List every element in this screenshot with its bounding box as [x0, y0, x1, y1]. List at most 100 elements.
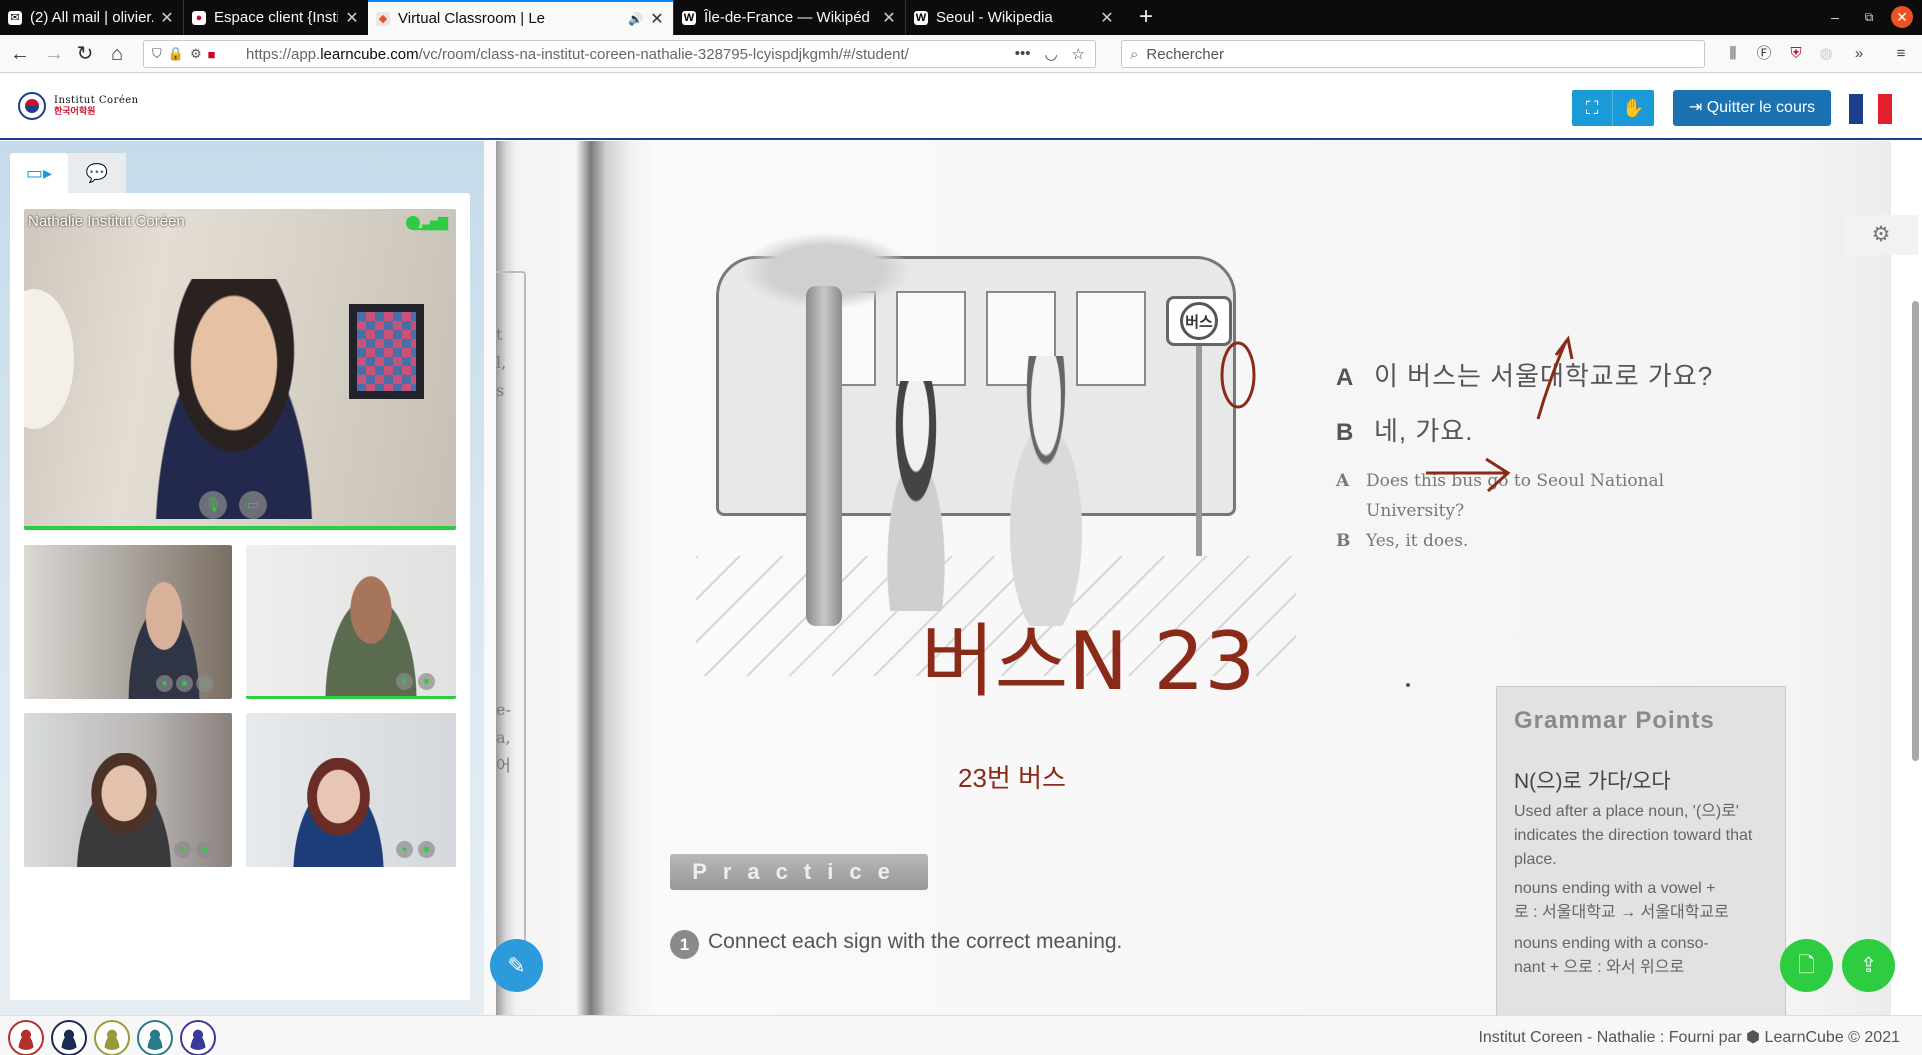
dialog-block: A 이 버스는 서울대학교로 가요? B 네, 가요. A Does this … [1336, 356, 1756, 556]
camera-icon[interactable]: ■ [418, 673, 435, 690]
fragment-line: t [496, 325, 503, 344]
mail-icon: ✉ [8, 10, 22, 25]
page-actions-icon[interactable]: ••• [1015, 45, 1031, 63]
participant-avatar[interactable] [94, 1020, 130, 1055]
exit-icon: ⇥ [1688, 99, 1703, 116]
board-scrollbar[interactable] [1912, 301, 1919, 761]
wikipedia-icon: W [914, 10, 928, 25]
url-bar[interactable]: ⛉ 🔒 ⚙ ■ https://app.learncube.com/vc/roo… [143, 40, 1096, 68]
close-icon[interactable]: ✕ [881, 8, 897, 28]
language-flag-fr[interactable] [1849, 94, 1892, 124]
library-icon[interactable]: ⫼ [1722, 43, 1744, 65]
url-prefix: https://app. [246, 45, 321, 63]
speaker-label: B [1336, 531, 1351, 551]
upload-button[interactable]: ⇪ [1842, 939, 1895, 992]
close-icon[interactable]: ✕ [344, 8, 360, 28]
student-video[interactable]: ● ■ [246, 713, 456, 867]
video-panel: Nathalie Institut Coréen ▁▃▅▇ 🎙 ▭ ● ■ ◐ … [10, 193, 470, 1000]
translation-line: A Does this bus go to Seoul National [1336, 466, 1756, 496]
tab-title: Île-de-France — Wikipéd [704, 9, 870, 26]
tab-virtual-classroom[interactable]: ◆ Virtual Classroom | Le 🔊 ✕ [368, 0, 673, 35]
raise-hand-button[interactable]: ✋ [1612, 90, 1654, 126]
screen-share-icon[interactable]: ◐ [196, 675, 213, 692]
permissions-icon[interactable]: ⚙ [190, 46, 202, 62]
quit-class-button[interactable]: ⇥ Quitter le cours [1673, 90, 1831, 126]
translation-line: B Yes, it does. [1336, 526, 1756, 556]
learncube-favicon-icon: ◆ [376, 11, 390, 26]
grammar-heading: N(으)로 가다/오다 [1514, 770, 1671, 793]
flag-stripe-white [1863, 94, 1878, 124]
textbook-page: t l, s e- a, 어 버스 A 이 버스는 서울대학교로 가요? B 네… [496, 141, 1891, 1015]
microphone-icon[interactable]: ● [174, 841, 191, 858]
whiteboard[interactable]: t l, s e- a, 어 버스 A 이 버스는 서울대학교로 가요? B 네… [496, 141, 1922, 1015]
home-icon[interactable]: ⌂ [104, 41, 130, 67]
tab-ile-de-france[interactable]: W Île-de-France — Wikipéd ✕ [673, 0, 905, 35]
participant-avatar[interactable] [137, 1020, 173, 1055]
extension-disabled-icon[interactable]: ◍ [1815, 43, 1837, 65]
speaker-label: A [1336, 471, 1350, 491]
participant-avatar[interactable] [8, 1020, 44, 1055]
url-text[interactable]: https://app.learncube.com/vc/room/class-… [246, 46, 1015, 63]
extension-f-icon[interactable]: Ⓕ [1753, 43, 1775, 65]
add-file-icon: 🗋 [1798, 954, 1815, 977]
microphone-icon[interactable]: ● [396, 841, 413, 858]
participant-avatar[interactable] [180, 1020, 216, 1055]
student-video[interactable]: ● ■ ◐ [24, 545, 232, 699]
board-settings-button[interactable]: ⚙ [1844, 215, 1918, 255]
reload-icon[interactable]: ↻ [72, 41, 98, 67]
hamburger-menu-icon[interactable]: ≡ [1890, 43, 1912, 65]
fragment-line: 어 [496, 756, 511, 775]
bus-stop-illustration: 버스 [696, 196, 1296, 676]
tab-espace-client[interactable]: ● Espace client {Institut Co ✕ [183, 0, 368, 35]
camera-icon[interactable]: ▭ [239, 491, 267, 519]
url-path: /vc/room/class-na-institut-coreen-nathal… [418, 45, 909, 63]
teacher-video[interactable]: Nathalie Institut Coréen ▁▃▅▇ 🎙 ▭ [24, 209, 456, 530]
logo-subtitle: 한국어학원 [54, 106, 96, 116]
lock-icon[interactable]: 🔒 [168, 46, 184, 62]
dialog-line: B 네, 가요. [1336, 411, 1756, 448]
microphone-icon[interactable]: ● [396, 673, 413, 690]
tab-chat[interactable]: 💬 [68, 153, 126, 193]
classroom-footer: Institut Coreen - Nathalie : Fourni par … [0, 1015, 1922, 1055]
search-bar[interactable]: ⌕ Rechercher [1121, 40, 1705, 68]
close-icon[interactable]: ✕ [1099, 8, 1115, 28]
student-video[interactable]: ● ■ [246, 545, 456, 699]
maximize-icon[interactable]: ⧉ [1858, 6, 1880, 28]
pocket-icon[interactable]: ◡ [1044, 45, 1057, 63]
participant-avatar[interactable] [51, 1020, 87, 1055]
new-tab-button[interactable]: + [1132, 4, 1160, 31]
bookmark-star-icon[interactable]: ☆ [1072, 45, 1085, 63]
grammar-example: nouns ending with a conso- nant + 으로 : 와… [1514, 932, 1709, 980]
participant-name: Nathalie Institut Coréen [28, 213, 185, 230]
tree-trunk [806, 286, 842, 626]
shield-icon[interactable]: ⛉ [152, 46, 162, 62]
close-icon[interactable]: ✕ [159, 8, 175, 28]
camera-icon[interactable]: ■ [418, 841, 435, 858]
search-icon: ⌕ [1130, 45, 1139, 63]
fullscreen-button[interactable]: ⛶ [1572, 90, 1612, 126]
close-icon[interactable]: ✕ [649, 9, 665, 29]
forward-icon[interactable]: → [41, 41, 67, 67]
back-icon[interactable]: ← [7, 41, 33, 67]
overflow-menu-icon[interactable]: » [1848, 43, 1870, 65]
camera-recording-icon[interactable]: ■ [208, 47, 216, 62]
tab-video[interactable]: ▭▸ [10, 153, 68, 193]
signal-strength-icon: ▁▃▅▇ [414, 215, 448, 230]
tab-gmail[interactable]: ✉ (2) All mail | olivier.dema ✕ [0, 0, 183, 35]
camera-icon[interactable]: ■ [196, 841, 213, 858]
grammar-example: nouns ending with a vowel + 로 : 서울대학교 → … [1514, 877, 1729, 925]
microphone-icon[interactable]: ● [156, 675, 173, 692]
speaker-icon[interactable]: 🔊 [628, 12, 643, 26]
minimize-icon[interactable]: – [1824, 6, 1846, 28]
url-bar-actions: ••• ◡ ☆ [1015, 45, 1095, 63]
tab-seoul[interactable]: W Seoul - Wikipedia ✕ [905, 0, 1123, 35]
microphone-icon[interactable]: 🎙 [199, 491, 227, 519]
window-close-icon[interactable]: ✕ [1891, 6, 1913, 28]
draw-tool-button[interactable]: ✎ [490, 939, 543, 992]
student-video[interactable]: ● ■ [24, 713, 232, 867]
new-document-button[interactable]: 🗋 [1780, 939, 1833, 992]
dialog-korean: 이 버스는 서울대학교로 가요? [1374, 361, 1714, 391]
camera-icon[interactable]: ■ [176, 675, 193, 692]
ublock-icon[interactable]: ⛨ [1785, 43, 1807, 65]
grammar-explanation: Used after a place noun, '(으)로' indicate… [1514, 803, 1753, 868]
